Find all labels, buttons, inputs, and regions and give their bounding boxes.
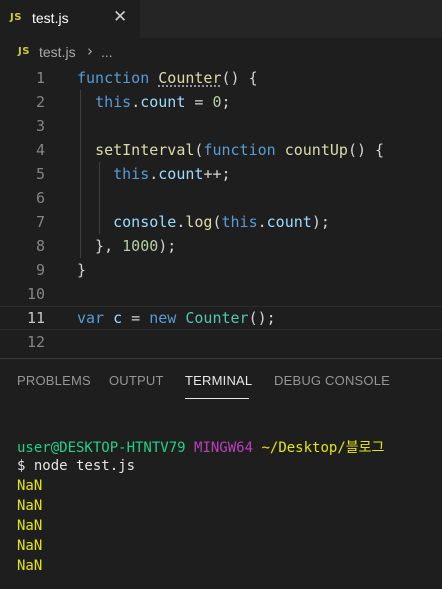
editor-tab-bar: JS test.js ✕ xyxy=(0,0,442,38)
code-line[interactable]: 8 }, 1000); xyxy=(0,234,442,258)
tab-problems[interactable]: PROBLEMS xyxy=(17,373,91,388)
active-tab-indicator xyxy=(185,398,249,399)
terminal-prompt: user@DESKTOP-HTNTV79 MINGW64 ~/Desktop/블… xyxy=(17,437,384,457)
breadcrumb: JS test.js › ... xyxy=(0,38,442,66)
line-number: 8 xyxy=(35,237,45,255)
bottom-panel: PROBLEMS OUTPUT TERMINAL DEBUG CONSOLE u… xyxy=(0,358,442,589)
js-file-icon: JS xyxy=(10,12,22,23)
js-file-icon: JS xyxy=(18,46,30,57)
line-number: 7 xyxy=(35,213,45,231)
terminal-output-line: NaN xyxy=(17,498,43,514)
line-number: 2 xyxy=(35,93,45,111)
code-line[interactable]: 6 xyxy=(0,186,442,210)
tab-debug-console[interactable]: DEBUG CONSOLE xyxy=(274,373,390,388)
code-line[interactable]: 9 } xyxy=(0,258,442,282)
line-number: 9 xyxy=(35,261,45,279)
close-icon[interactable]: ✕ xyxy=(113,7,127,27)
code-line[interactable]: 2 this.count = 0; xyxy=(0,90,442,114)
line-content: } xyxy=(77,261,87,279)
tab-test-js[interactable]: JS test.js ✕ xyxy=(0,0,141,38)
code-line[interactable]: 7 console.log(this.count); xyxy=(0,210,442,234)
code-line[interactable]: 4 setInterval(function countUp() { xyxy=(0,138,442,162)
tab-label: test.js xyxy=(32,10,69,26)
line-content: }, 1000); xyxy=(77,237,177,255)
line-number: 5 xyxy=(35,165,45,183)
code-line[interactable]: 5 this.count++; xyxy=(0,162,442,186)
code-line[interactable]: 10 xyxy=(0,282,442,306)
code-line-current[interactable]: 11 var c = new Counter(); xyxy=(0,306,442,330)
line-number: 12 xyxy=(26,333,45,351)
prompt-user: user@DESKTOP-HTNTV79 xyxy=(17,440,186,456)
chevron-right-icon: › xyxy=(87,42,93,60)
line-content: this.count++; xyxy=(113,165,231,183)
line-content: this.count = 0; xyxy=(95,93,231,111)
line-content: function Counter() { xyxy=(77,69,258,87)
line-content: var c = new Counter(); xyxy=(77,309,276,327)
prompt-path: ~/Desktop/블로그 xyxy=(261,440,385,456)
terminal-output-line: NaN xyxy=(17,558,43,574)
code-line[interactable]: 12 xyxy=(0,330,442,354)
terminal-output-line: NaN xyxy=(17,538,43,554)
line-number: 1 xyxy=(35,69,45,87)
line-content: console.log(this.count); xyxy=(113,213,330,231)
line-number: 10 xyxy=(26,285,45,303)
tab-terminal[interactable]: TERMINAL xyxy=(185,373,252,388)
breadcrumb-file[interactable]: test.js xyxy=(39,44,76,60)
code-line[interactable]: 1 function Counter() { xyxy=(0,66,442,90)
prompt-shell: MINGW64 xyxy=(194,440,254,456)
line-number: 11 xyxy=(26,309,45,327)
code-editor[interactable]: 1 function Counter() { 2 this.count = 0;… xyxy=(0,66,442,358)
terminal-output-line: NaN xyxy=(17,518,43,534)
line-content: setInterval(function countUp() { xyxy=(95,141,385,159)
line-number: 6 xyxy=(35,189,45,207)
tab-output[interactable]: OUTPUT xyxy=(109,373,164,388)
code-line[interactable]: 3 xyxy=(0,114,442,138)
line-number: 3 xyxy=(35,117,45,135)
line-number: 4 xyxy=(35,141,45,159)
terminal-output-line: NaN xyxy=(17,478,43,494)
terminal-command: $ node test.js xyxy=(17,458,136,474)
breadcrumb-more[interactable]: ... xyxy=(101,44,113,60)
